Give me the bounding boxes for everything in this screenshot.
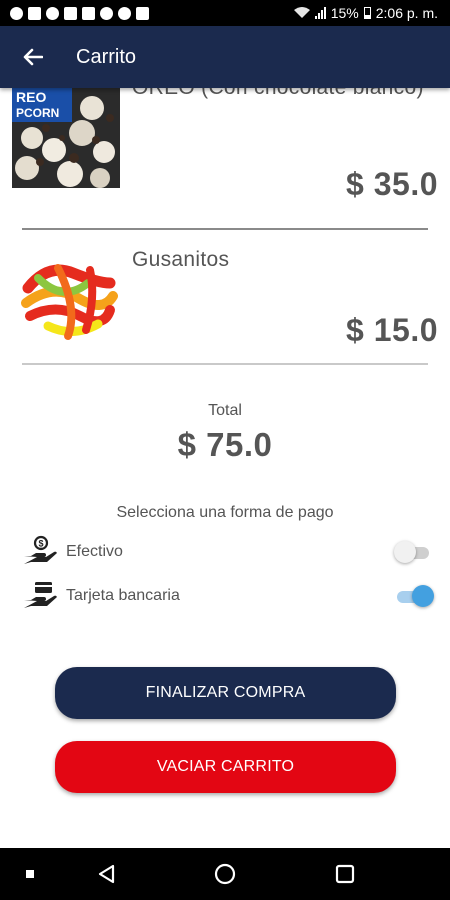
total-label: Total: [208, 402, 242, 419]
arrow-left-icon: [23, 48, 43, 66]
app-bar: Carrito: [0, 26, 450, 88]
item-price: $ 15.0: [346, 312, 438, 348]
cash-hand-icon: $: [24, 535, 57, 564]
system-nav-bar: [0, 848, 450, 900]
home-circle-icon: [214, 863, 236, 885]
card-toggle[interactable]: [394, 584, 434, 608]
nav-overview-button[interactable]: [330, 848, 360, 900]
toggle-thumb: [412, 585, 434, 607]
clear-cart-button[interactable]: VACIAR CARRITO: [55, 741, 396, 793]
download-done-icon: [28, 6, 41, 20]
message-icon: [64, 6, 77, 20]
item-name: Gusanitos: [132, 248, 230, 271]
status-bar: 15% 2:06 p. m.: [0, 0, 450, 26]
wifi-icon: [293, 7, 310, 18]
recents-dot-icon: [26, 870, 34, 878]
nav-back-button[interactable]: [92, 848, 122, 900]
card-hand-icon: [24, 582, 57, 608]
battery-icon: [363, 7, 371, 19]
checkout-button[interactable]: FINALIZAR COMPRA: [55, 667, 396, 719]
svg-text:REO: REO: [16, 89, 46, 105]
overview-square-icon: [335, 864, 355, 884]
facebook-icon: [46, 6, 59, 20]
svg-text:PCORN: PCORN: [16, 106, 59, 120]
item-divider: [22, 363, 428, 365]
whatsapp-icon: [118, 6, 131, 20]
cash-toggle[interactable]: [394, 540, 432, 564]
image-icon: [82, 6, 95, 20]
payment-label: Efectivo: [66, 543, 123, 560]
toggle-thumb: [394, 541, 416, 563]
status-time: 2:06 p. m.: [375, 5, 438, 21]
gummy-worms-image: [18, 248, 118, 348]
clipboard-icon: [136, 6, 149, 20]
notification-icons: [10, 6, 149, 20]
oreo-popcorn-image: REO PCORN: [12, 88, 120, 188]
total-value: $ 75.0: [177, 426, 273, 463]
facebook-icon: [10, 6, 23, 20]
back-button[interactable]: [18, 42, 48, 72]
payment-title: Selecciona una forma de pago: [116, 504, 334, 521]
svg-text:$: $: [39, 539, 44, 549]
signal-icon: [314, 7, 326, 19]
payment-label: Tarjeta bancaria: [66, 587, 180, 604]
battery-percent: 15%: [330, 5, 359, 21]
item-price: $ 35.0: [346, 166, 438, 202]
recents-dot-button[interactable]: [18, 848, 42, 900]
back-triangle-icon: [98, 864, 115, 884]
location-off-icon: [100, 6, 113, 20]
nav-home-button[interactable]: [210, 848, 240, 900]
item-divider: [22, 228, 428, 230]
payment-option-cash[interactable]: $ Efectivo: [22, 534, 432, 570]
payment-option-card[interactable]: Tarjeta bancaria: [22, 578, 434, 614]
page-title: Carrito: [76, 45, 137, 68]
